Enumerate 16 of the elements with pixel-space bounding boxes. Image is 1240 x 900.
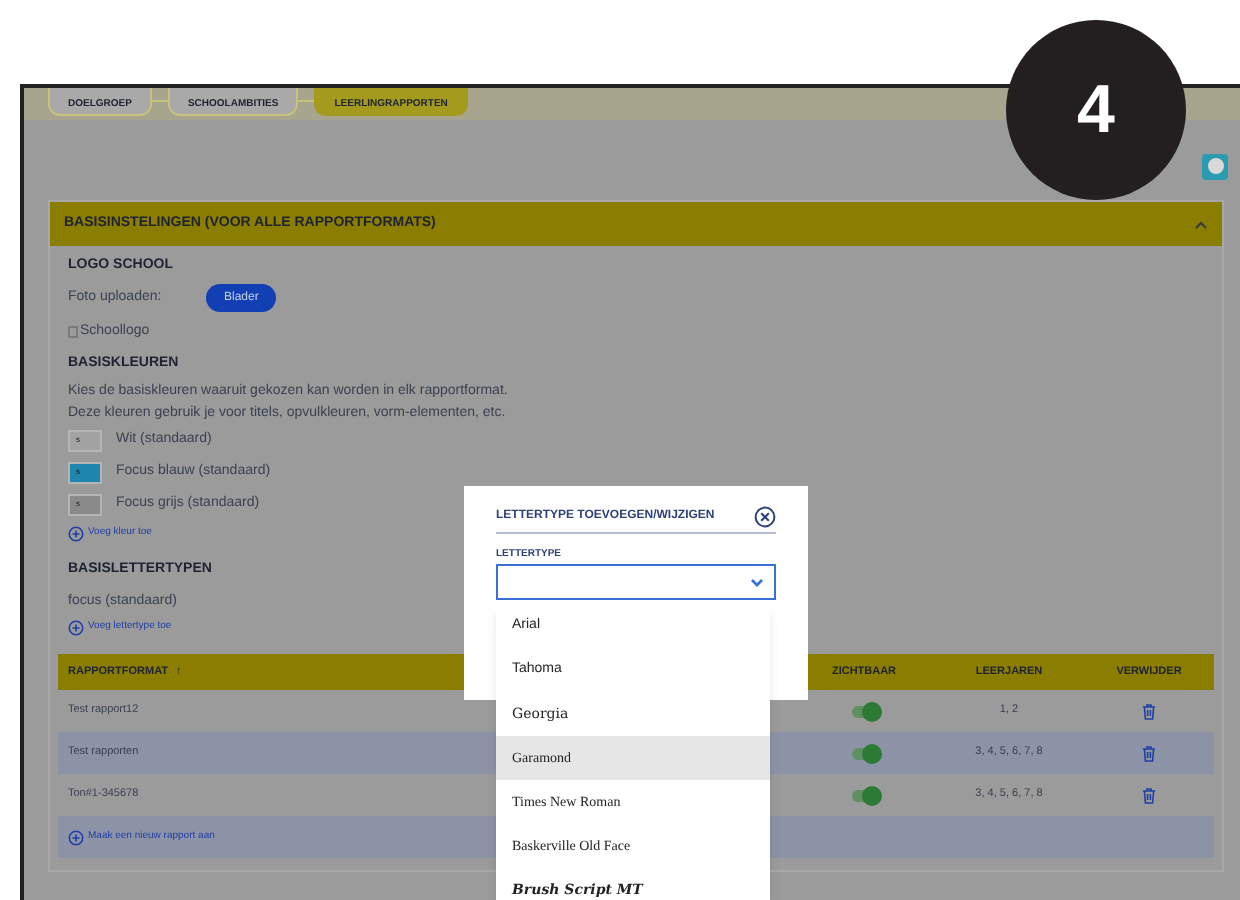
broken-image-icon [68, 326, 78, 338]
delete-icon[interactable] [1142, 745, 1156, 761]
delete-icon[interactable] [1142, 787, 1156, 803]
toggle-switch[interactable] [851, 789, 877, 801]
chevron-up-icon [1194, 219, 1208, 229]
add-icon [68, 620, 84, 636]
toggle-switch[interactable] [851, 705, 877, 717]
delete-icon[interactable] [1142, 703, 1156, 719]
add-icon [68, 526, 84, 542]
step-number-badge: 4 [1006, 20, 1186, 200]
add-icon [68, 829, 84, 845]
close-icon[interactable] [754, 505, 776, 527]
info-icon[interactable] [1202, 153, 1228, 179]
chevron-down-icon [750, 577, 764, 587]
toggle-switch[interactable] [851, 747, 877, 759]
font-select[interactable] [496, 564, 776, 600]
